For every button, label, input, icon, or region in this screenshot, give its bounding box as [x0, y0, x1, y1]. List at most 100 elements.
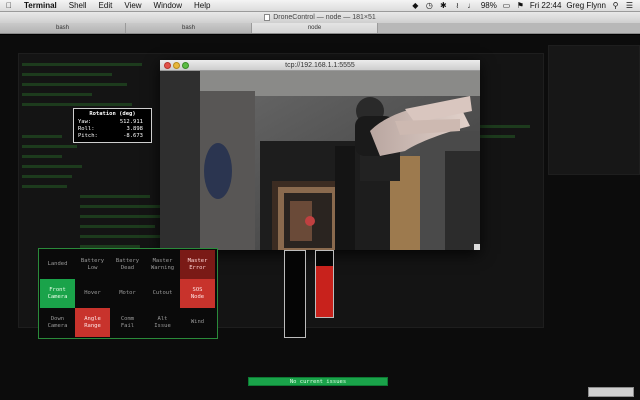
status-line1: Hover — [84, 290, 101, 296]
menu-shell[interactable]: Shell — [63, 1, 93, 10]
status-battery-low: Battery Low — [75, 250, 110, 279]
minimize-button[interactable] — [173, 62, 180, 69]
time-machine-icon[interactable]: ◷ — [425, 1, 434, 10]
corner-button[interactable] — [588, 387, 634, 397]
close-button[interactable] — [164, 62, 171, 69]
volume-icon[interactable]: ♩ — [467, 1, 476, 10]
tab-bar-filler — [378, 23, 640, 33]
terminal-text-line — [80, 205, 165, 208]
menu-window[interactable]: Window — [148, 1, 188, 10]
status-line2: Range — [84, 322, 101, 329]
terminal-text-line — [22, 73, 112, 76]
status-line2: Warning — [150, 264, 175, 271]
terminal-text-line — [22, 93, 92, 96]
battery-percent[interactable]: 98% — [481, 1, 497, 10]
status-line2: Fail — [120, 322, 135, 329]
status-line1: Wind — [190, 319, 205, 325]
camera-window-title: tcp://192.168.1.1:5555 — [285, 62, 355, 69]
status-line1: Front — [49, 286, 66, 293]
bluetooth-icon[interactable]: ✱ — [439, 1, 448, 10]
tab-bash-1[interactable]: bash — [0, 23, 126, 33]
background-side-window — [548, 45, 640, 175]
wifi-icon[interactable]: ≀ — [453, 1, 462, 10]
flag-icon[interactable]: ⚑ — [516, 1, 525, 10]
status-front-camera: Front Camera — [40, 279, 75, 308]
rotation-title: Rotation (deg) — [89, 111, 136, 117]
dropbox-icon[interactable]: ◆ — [411, 1, 420, 10]
camera-feed-image — [160, 71, 480, 250]
status-landed: Landed — [40, 250, 75, 279]
document-icon — [264, 13, 271, 21]
terminal-tab-bar: bash bash node — [0, 23, 640, 34]
pitch-row: Pitch: -8.673 — [78, 133, 147, 140]
yaw-value: 512.911 — [119, 119, 143, 125]
terminal-text-line — [80, 195, 150, 198]
status-line1: Battery — [115, 257, 140, 264]
status-line2: Camera — [47, 293, 68, 300]
tab-node[interactable]: node — [252, 23, 378, 33]
throttle-bar-right — [315, 250, 334, 318]
status-line1: Motor — [119, 290, 136, 296]
status-line1: Alt — [157, 315, 168, 322]
terminal-text-line — [22, 135, 62, 138]
tab-bash-2[interactable]: bash — [126, 23, 252, 33]
status-line1: SOS — [192, 286, 203, 293]
status-line1: Battery — [80, 257, 105, 264]
status-motor: Motor — [110, 279, 145, 308]
terminal-text-line — [22, 165, 82, 168]
status-line2: Low — [87, 264, 98, 271]
terminal-text-line — [22, 155, 62, 158]
menu-edit[interactable]: Edit — [93, 1, 119, 10]
terminal-text-line — [22, 175, 72, 178]
menu-view[interactable]: View — [118, 1, 147, 10]
throttle-fill-right — [316, 265, 333, 317]
pitch-value: -8.673 — [123, 133, 143, 139]
status-battery-dead: Battery Dead — [110, 250, 145, 279]
resize-handle[interactable] — [474, 244, 480, 250]
zoom-button[interactable] — [182, 62, 189, 69]
status-master-error: Master Error — [180, 250, 215, 279]
status-line2: Node — [190, 293, 205, 300]
terminal-text-line — [22, 145, 77, 148]
roll-label: Roll: — [78, 126, 95, 132]
status-line1: Cutout — [152, 290, 173, 296]
terminal-text-line — [22, 103, 132, 106]
status-alt-issue: Alt Issue — [145, 308, 180, 337]
status-line1: Comm — [120, 315, 135, 322]
throttle-bar-left — [284, 250, 306, 338]
notification-center-icon[interactable]: ☰ — [625, 1, 634, 10]
terminal-title-bar[interactable]: DroneControl — node — 181×51 — [0, 12, 640, 23]
status-line1: Master — [152, 257, 173, 264]
terminal-text-line — [80, 235, 170, 238]
status-wind: Wind — [180, 308, 215, 337]
menu-bar:  Terminal Shell Edit View Window Help ◆… — [0, 0, 640, 12]
menu-help[interactable]: Help — [188, 1, 216, 10]
spotlight-search-icon[interactable]: ⚲ — [611, 1, 620, 10]
battery-icon[interactable]: ▭ — [502, 1, 511, 10]
terminal-text-line — [22, 83, 127, 86]
pitch-label: Pitch: — [78, 133, 98, 139]
yaw-label: Yaw: — [78, 119, 92, 125]
status-master-warning: Master Warning — [145, 250, 180, 279]
menu-clock[interactable]: Fri 22:44 — [530, 1, 562, 10]
roll-row: Roll: 3.898 — [78, 126, 147, 133]
menu-user[interactable]: Greg Flynn — [566, 1, 606, 10]
status-line2: Error — [189, 264, 206, 271]
status-hover: Hover — [75, 279, 110, 308]
camera-window[interactable]: tcp://192.168.1.1:5555 — [160, 60, 480, 250]
status-panel: Landed Battery Low Battery Dead Master Warn… — [38, 248, 218, 339]
terminal-text-line — [22, 63, 142, 66]
status-angle-range: Angle Range — [75, 308, 110, 337]
terminal-title: DroneControl — node — 181×51 — [273, 14, 376, 21]
status-line1: Landed — [47, 261, 68, 267]
status-line1: Master — [187, 257, 208, 264]
status-down-camera: Down Camera — [40, 308, 75, 337]
roll-value: 3.898 — [126, 126, 143, 132]
apple-icon[interactable]:  — [6, 1, 18, 10]
status-line2: Issue — [154, 322, 171, 329]
status-line2: Camera — [47, 322, 68, 329]
status-comm-fail: Comm Fail — [110, 308, 145, 337]
menu-app-terminal[interactable]: Terminal — [18, 1, 63, 10]
status-line2: Dead — [120, 264, 135, 271]
camera-title-bar[interactable]: tcp://192.168.1.1:5555 — [160, 60, 480, 71]
